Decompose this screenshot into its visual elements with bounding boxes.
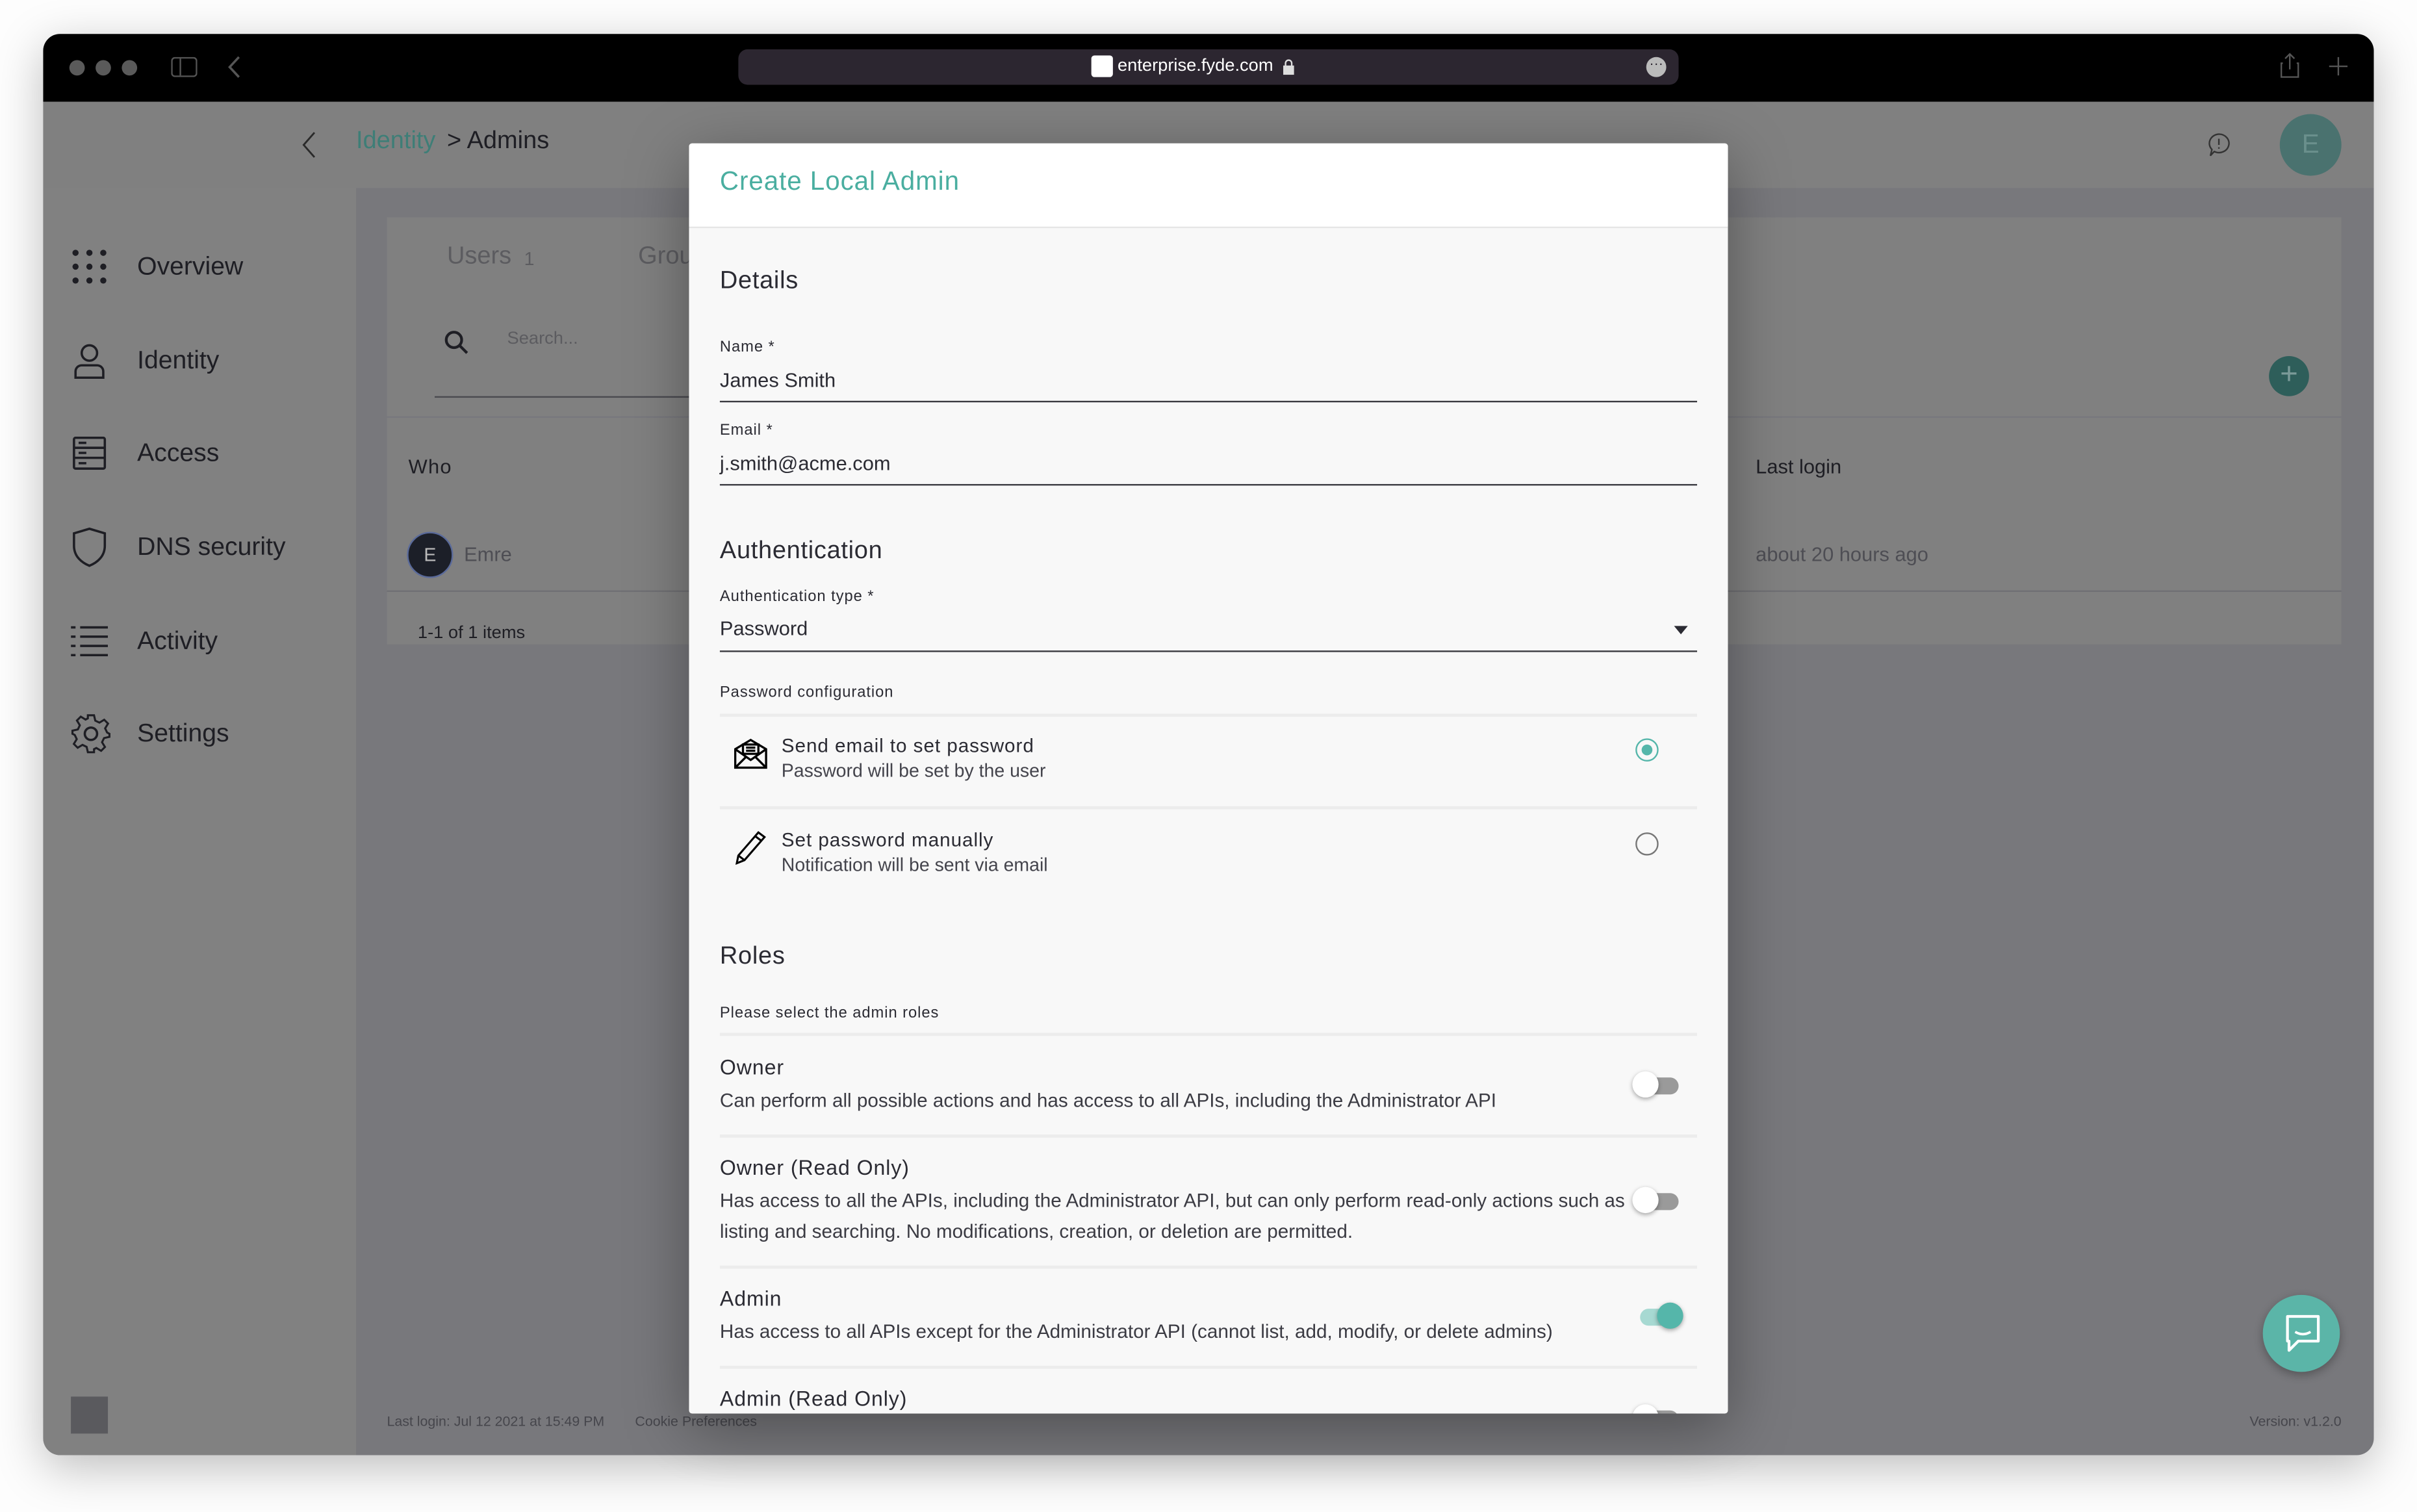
email-label: Email * xyxy=(719,422,773,440)
dialog-header: Create Local Admin xyxy=(689,143,1728,229)
feedback-icon[interactable] xyxy=(2207,133,2231,159)
envelope-icon xyxy=(734,738,767,769)
browser-titlebar: enterprise.fyde.com ··· xyxy=(43,34,2374,102)
share-icon[interactable] xyxy=(2280,53,2300,79)
password-config-label: Password configuration xyxy=(719,684,894,702)
role-admin: Admin Has access to all APIs except for … xyxy=(720,1268,1697,1365)
more-icon[interactable]: ··· xyxy=(1646,57,1667,77)
search-input[interactable]: Search... xyxy=(507,330,578,348)
server-icon xyxy=(73,436,107,470)
close-window-button[interactable] xyxy=(69,60,85,76)
sidebar-item-activity[interactable]: Activity xyxy=(43,610,356,672)
option-subtitle: Notification will be sent via email xyxy=(781,854,1048,876)
url-text: enterprise.fyde.com xyxy=(1117,57,1273,76)
tab-users-count: 1 xyxy=(524,248,535,270)
minimize-window-button[interactable] xyxy=(96,60,111,76)
sidebar-item-settings[interactable]: Settings xyxy=(43,703,356,765)
auth-type-label: Authentication type * xyxy=(719,589,875,606)
avatar-initial: E xyxy=(2301,129,2320,159)
breadcrumb-current: > Admins xyxy=(446,127,550,155)
footer-last-login: Last login: Jul 12 2021 at 15:49 PM xyxy=(387,1413,605,1429)
option-title: Set password manually xyxy=(781,829,994,851)
app-logo xyxy=(71,1396,109,1434)
maximize-window-button[interactable] xyxy=(121,60,138,76)
auth-type-select[interactable]: Password xyxy=(720,609,1697,650)
role-owner-read-only-toggle[interactable] xyxy=(1632,1185,1682,1216)
column-header-last-login: Last login xyxy=(1756,454,1842,478)
sidebar-item-identity[interactable]: Identity xyxy=(43,330,356,392)
site-favicon xyxy=(1091,55,1113,77)
new-tab-icon[interactable] xyxy=(2329,57,2348,76)
role-description: Can perform all possible actions and has… xyxy=(719,1090,1497,1112)
shield-icon xyxy=(73,527,107,567)
pagination-text: 1-1 of 1 items xyxy=(417,624,526,643)
sidebar-item-label: Settings xyxy=(137,719,229,747)
option-title: Send email to set password xyxy=(781,735,1034,757)
name-label: Name * xyxy=(719,339,775,357)
sidebar-item-label: Identity xyxy=(137,346,220,374)
add-admin-button[interactable]: + xyxy=(2269,356,2309,396)
avatar-initial: E xyxy=(424,544,437,566)
back-chevron-icon[interactable] xyxy=(301,131,316,159)
pencil-icon xyxy=(735,831,766,865)
grid-icon xyxy=(72,250,107,284)
role-title: Owner (Read Only) xyxy=(719,1156,910,1179)
role-title: Admin xyxy=(719,1287,782,1311)
role-admin-read-only-toggle[interactable] xyxy=(1632,1403,1682,1414)
email-field[interactable]: j.smith@acme.com xyxy=(720,452,891,475)
dialog-title: Create Local Admin xyxy=(719,166,960,196)
option-subtitle: Password will be set by the user xyxy=(781,760,1046,782)
role-admin-read-only: Admin (Read Only) xyxy=(720,1369,1697,1414)
sidebar: Overview Identity Access DNS security Ac… xyxy=(43,188,357,1455)
role-owner-toggle[interactable] xyxy=(1632,1070,1682,1100)
cookie-preferences-link[interactable]: Cookie Preferences xyxy=(635,1413,757,1429)
details-heading: Details xyxy=(719,268,799,295)
auth-type-value: Password xyxy=(719,616,808,640)
list-icon xyxy=(71,626,109,657)
chat-support-button[interactable] xyxy=(2262,1294,2340,1372)
user-icon xyxy=(74,344,105,379)
version-text: Version: v1.2.0 xyxy=(2249,1413,2342,1429)
password-option-send-email[interactable]: Send email to set password Password will… xyxy=(720,717,1697,806)
sidebar-item-overview[interactable]: Overview xyxy=(43,236,356,298)
radio-unselected[interactable] xyxy=(1635,832,1659,856)
user-name: Emre xyxy=(464,543,512,566)
lock-icon xyxy=(1283,59,1294,75)
back-chevron-icon[interactable] xyxy=(227,55,242,79)
sidebar-item-dns-security[interactable]: DNS security xyxy=(43,517,356,578)
authentication-heading: Authentication xyxy=(719,537,883,565)
caret-down-icon xyxy=(1674,626,1688,635)
radio-selected[interactable] xyxy=(1635,738,1659,762)
role-owner: Owner Can perform all possible actions a… xyxy=(720,1036,1697,1134)
role-admin-toggle[interactable] xyxy=(1634,1301,1683,1331)
role-description: Has access to all the APIs, including th… xyxy=(719,1190,1625,1243)
password-option-manual[interactable]: Set password manually Notification will … xyxy=(720,810,1697,899)
role-title: Admin (Read Only) xyxy=(719,1387,908,1411)
sidebar-item-access[interactable]: Access xyxy=(43,422,356,484)
column-header-who: Who xyxy=(408,454,452,478)
user-avatar: E xyxy=(407,532,454,578)
role-owner-read-only: Owner (Read Only) Has access to all the … xyxy=(720,1138,1697,1266)
roles-label: Please select the admin roles xyxy=(719,1005,940,1022)
search-icon xyxy=(444,331,468,354)
roles-heading: Roles xyxy=(719,943,786,970)
create-local-admin-dialog: Create Local Admin Details Name * James … xyxy=(689,143,1728,1414)
tab-groups[interactable]: Grou xyxy=(638,244,693,272)
sidebar-item-label: DNS security xyxy=(137,532,286,561)
chat-icon xyxy=(2286,1314,2320,1352)
role-title: Owner xyxy=(719,1056,784,1079)
last-login-value: about 20 hours ago xyxy=(1756,543,1928,566)
sidebar-toggle-icon[interactable] xyxy=(171,57,198,77)
address-bar[interactable]: enterprise.fyde.com ··· xyxy=(738,49,1679,85)
name-field[interactable]: James Smith xyxy=(720,368,836,392)
tab-users[interactable]: Users xyxy=(447,244,511,272)
sidebar-item-label: Activity xyxy=(137,626,218,655)
user-avatar[interactable]: E xyxy=(2279,114,2342,176)
sidebar-item-label: Access xyxy=(137,438,220,467)
sidebar-item-label: Overview xyxy=(137,251,244,280)
breadcrumb-identity-link[interactable]: Identity xyxy=(356,128,435,156)
role-description: Has access to all APIs except for the Ad… xyxy=(719,1321,1553,1343)
gear-icon xyxy=(71,714,110,754)
